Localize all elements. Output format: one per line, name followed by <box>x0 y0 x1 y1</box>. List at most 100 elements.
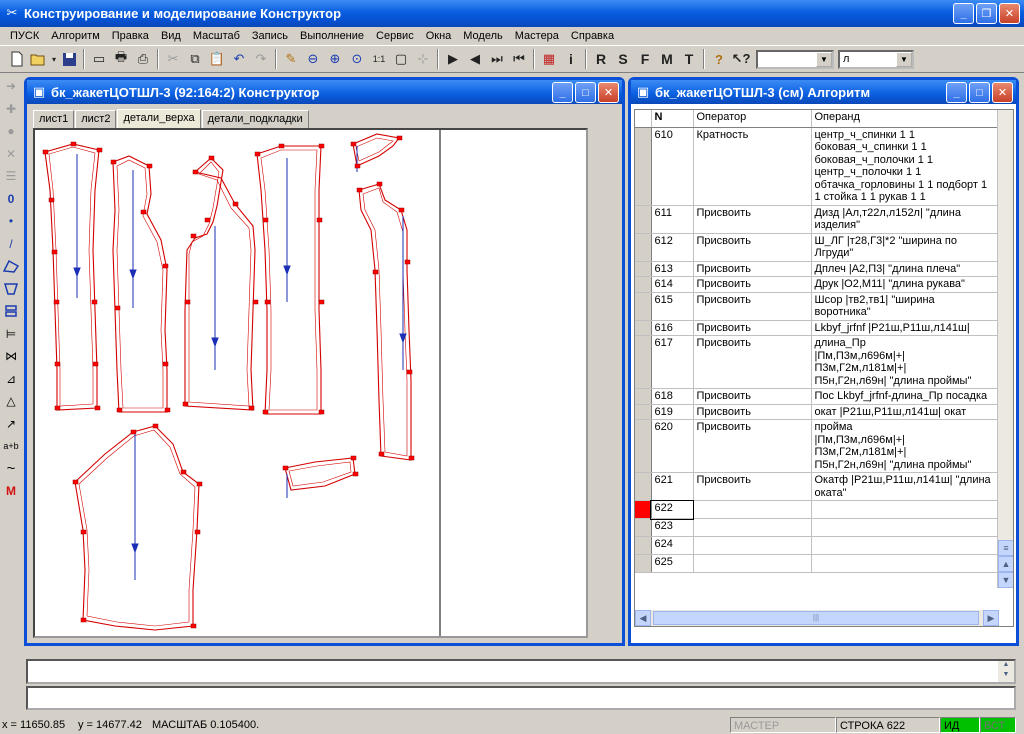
row-operand[interactable]: окат |Р21ш,Р11ш,л141ш| окат <box>811 404 1000 420</box>
pattern-piece-front-side[interactable] <box>184 157 256 411</box>
algorithm-titlebar[interactable]: ▣ бк_жакетЦОТШЛ-3 (см) Алгоритм _ □ ✕ <box>631 80 1016 104</box>
menu-help[interactable]: Справка <box>565 27 620 45</box>
pattern-piece-sleeve[interactable] <box>74 425 200 631</box>
row-operand[interactable]: Дплеч |А2,П3| "длина плеча" <box>811 261 1000 277</box>
row-operand[interactable]: длина_Пр |Пм,П3м,л696м|+|П3м,Г2м,л181м|+… <box>811 335 1000 389</box>
chevron-down-icon[interactable]: ▼ <box>896 51 912 67</box>
row-operator[interactable]: Присвоить <box>693 261 812 277</box>
tab-lining-details[interactable]: детали_подкладки <box>201 110 309 128</box>
row-number[interactable]: 625 <box>651 554 694 573</box>
menu-service[interactable]: Сервис <box>370 27 420 45</box>
close-button[interactable]: ✕ <box>999 3 1020 24</box>
zero-tool[interactable]: 0 <box>1 188 21 211</box>
minimize-button[interactable]: _ <box>946 82 967 103</box>
maximize-button[interactable]: □ <box>969 82 990 103</box>
fold-icon[interactable]: ⋈ <box>1 345 21 368</box>
info-button[interactable]: i <box>560 48 582 70</box>
app-icon[interactable]: ✂ <box>4 5 20 21</box>
zoom-fit-icon[interactable]: ⊙ <box>346 48 368 70</box>
row-operand[interactable]: Окатф |Р21ш,Р11ш,л141ш| "длина оката" <box>811 472 1000 501</box>
row-operator[interactable]: Присвоить <box>693 233 812 262</box>
table-row[interactable]: 616 Присвоить Lkbyf_jrfnf |Р21ш,Р11ш,л141ш… <box>635 320 1000 336</box>
trapezoid-icon[interactable] <box>1 278 21 301</box>
row-operand[interactable] <box>811 500 1000 519</box>
scroll-down-icon[interactable]: ▼ <box>998 572 1013 588</box>
table-row[interactable]: 611 Присвоить Дизд |Ал,т22л,л152л| "длина … <box>635 205 1000 234</box>
row-operator[interactable] <box>693 554 812 573</box>
row-operator[interactable]: Присвоить <box>693 419 812 473</box>
column-header-n[interactable]: N <box>651 110 694 128</box>
open-dropdown-icon[interactable]: ▾ <box>50 48 58 70</box>
open-icon[interactable] <box>28 48 50 70</box>
row-indicator[interactable] <box>635 205 652 234</box>
row-indicator[interactable] <box>635 536 652 555</box>
table-row[interactable]: 625 <box>635 554 1000 573</box>
model-tool[interactable]: M <box>1 480 21 503</box>
row-indicator[interactable] <box>635 518 652 537</box>
row-operator[interactable]: Присвоить <box>693 404 812 420</box>
curve-tool[interactable]: ~ <box>1 458 21 481</box>
zoom-center-icon[interactable]: ⊹ <box>412 48 434 70</box>
cut-icon[interactable]: ✂ <box>162 48 184 70</box>
mode-t-button[interactable]: T <box>678 48 700 70</box>
tab-sheet2[interactable]: лист2 <box>75 110 117 128</box>
cross-icon[interactable]: ✕ <box>1 143 21 166</box>
row-operand[interactable] <box>811 554 1000 573</box>
row-number[interactable]: 612 <box>651 233 694 262</box>
circle-icon[interactable]: ● <box>1 120 21 143</box>
row-operator[interactable]: Кратность <box>693 127 812 206</box>
arrow-left-icon[interactable]: ✚ <box>1 98 21 121</box>
row-operator[interactable] <box>693 500 812 519</box>
sum-tool[interactable]: a+b <box>1 435 21 458</box>
table-row[interactable]: 618 Присвоить Пос Lkbyf_jrfnf-длина_Пр пос… <box>635 388 1000 405</box>
mode-f-button[interactable]: F <box>634 48 656 70</box>
row-indicator[interactable] <box>635 261 652 277</box>
command-input[interactable] <box>26 686 1016 710</box>
constructor-window-icon[interactable]: ▣ <box>31 84 47 100</box>
column-header-operand[interactable]: Операнд <box>811 110 1000 128</box>
row-operand[interactable]: Дизд |Ал,т22л,л152л| "длина изделия" <box>811 205 1000 234</box>
table-row[interactable]: 614 Присвоить Друк |О2,М11| "длина рукава" <box>635 276 1000 293</box>
menu-wizards[interactable]: Мастера <box>509 27 565 45</box>
row-operand[interactable] <box>811 518 1000 537</box>
row-number[interactable]: 623 <box>651 518 694 537</box>
table-row[interactable]: 621 Присвоить Окатф |Р21ш,Р11ш,л141ш| "дли… <box>635 472 1000 501</box>
restore-button[interactable]: ❐ <box>976 3 997 24</box>
table-row[interactable]: 624 <box>635 536 1000 555</box>
page-setup-icon[interactable]: ▭ <box>88 48 110 70</box>
table-row[interactable]: 610 Кратность центр_ч_спинки 1 1 боковая_ч… <box>635 127 1000 206</box>
row-number[interactable]: 618 <box>651 388 694 405</box>
unit-combo[interactable]: л ▼ <box>838 49 914 69</box>
go-start-icon[interactable]: ⏮ <box>508 48 530 70</box>
scroll-left-icon[interactable]: ◀ <box>635 610 651 626</box>
copy-icon[interactable]: ⧉ <box>184 48 206 70</box>
row-number[interactable]: 615 <box>651 292 694 321</box>
step-next-icon[interactable]: ⏭ <box>486 48 508 70</box>
pattern-piece-front-center[interactable] <box>256 145 322 415</box>
menu-run[interactable]: Выполнение <box>294 27 370 45</box>
row-operator[interactable]: Присвоить <box>693 292 812 321</box>
row-indicator[interactable] <box>635 292 652 321</box>
line-tool[interactable]: / <box>1 233 21 256</box>
chevron-down-icon[interactable]: ▼ <box>816 51 832 67</box>
menu-edit[interactable]: Правка <box>106 27 155 45</box>
row-number[interactable]: 613 <box>651 261 694 277</box>
tab-outer-details[interactable]: детали_верха <box>117 109 201 128</box>
pattern-canvas[interactable] <box>33 128 588 638</box>
minimize-button[interactable]: _ <box>953 3 974 24</box>
paste-icon[interactable]: 📋 <box>206 48 228 70</box>
row-number[interactable]: 617 <box>651 335 694 389</box>
pen-icon[interactable]: ✎ <box>280 48 302 70</box>
row-operator[interactable] <box>693 536 812 555</box>
pattern-drawing[interactable] <box>35 130 586 636</box>
new-icon[interactable] <box>6 48 28 70</box>
zoom-1-1-icon[interactable]: 1:1 <box>368 48 390 70</box>
save-icon[interactable] <box>58 48 80 70</box>
table-row[interactable]: 623 <box>635 518 1000 537</box>
close-button[interactable]: ✕ <box>992 82 1013 103</box>
polygon-icon[interactable] <box>1 255 21 278</box>
row-operator[interactable] <box>693 518 812 537</box>
row-indicator[interactable] <box>635 276 652 293</box>
row-operand[interactable]: Друк |О2,М11| "длина рукава" <box>811 276 1000 293</box>
scroll-down-icon[interactable]: ▼ <box>998 671 1014 681</box>
